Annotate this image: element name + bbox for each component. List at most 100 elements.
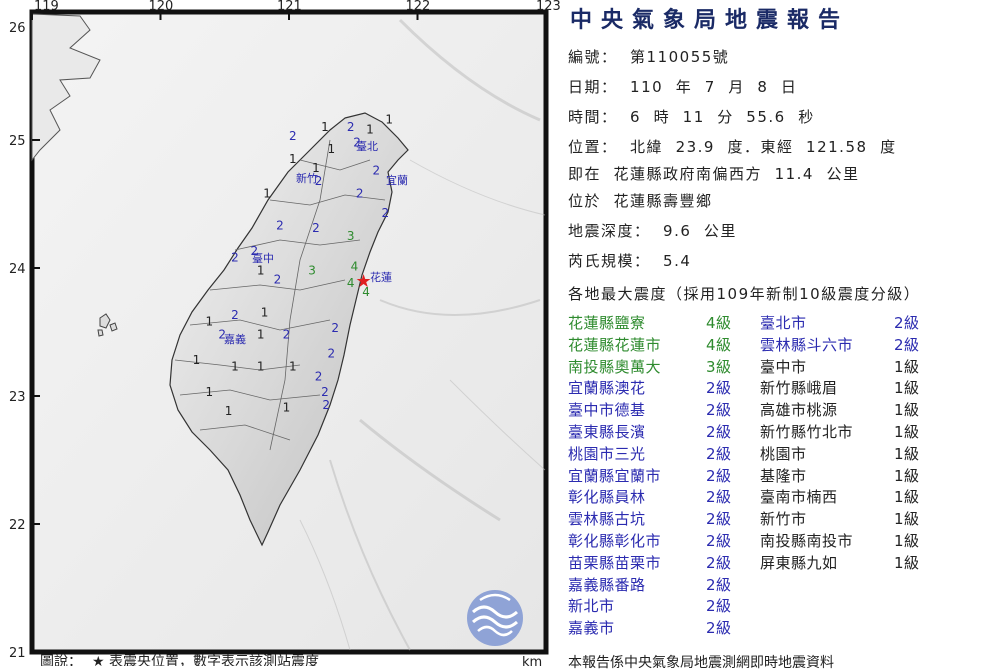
station-intensity-marker: 2	[315, 370, 323, 384]
station-intensity-marker: 1	[193, 353, 201, 367]
station-level: 2級	[706, 619, 732, 638]
station-intensity-marker: 1	[257, 359, 265, 373]
lat-tick-label: 24	[9, 262, 26, 277]
station-intensity-marker: 1	[366, 123, 374, 137]
station-intensity-marker: 1	[263, 187, 271, 201]
station-name: 臺中市	[760, 357, 807, 376]
station-name: 臺中市德基	[568, 401, 646, 420]
report-time: 時間： 6 時 11 分 55.6 秒	[568, 108, 815, 126]
station-name: 花蓮縣鹽寮	[568, 314, 646, 332]
city-label-chiayi: 嘉義	[224, 332, 246, 346]
report-panel: 中央氣象局地震報告 編號： 第110055號 日期： 110 年 7 月 8 日…	[568, 0, 1000, 671]
station-level: 2級	[706, 401, 732, 420]
station-level: 2級	[894, 335, 920, 354]
station-name: 嘉義市	[568, 619, 615, 638]
station-level: 1級	[894, 401, 920, 420]
station-level: 1級	[894, 379, 920, 398]
station-intensity-marker: 1	[257, 327, 265, 341]
station-intensity-marker: 2	[276, 219, 284, 233]
station-level: 4級	[706, 335, 732, 354]
station-name: 新北市	[568, 597, 615, 616]
station-name: 南投縣奧萬大	[568, 357, 662, 376]
station-level: 2級	[894, 314, 920, 332]
footer-note: 本報告係中央氣象局地震測網即時地震資料	[568, 655, 834, 671]
station-name: 桃園市三光	[568, 444, 646, 463]
station-name: 南投縣南投市	[760, 532, 854, 550]
report-locality: 位於 花蓮縣壽豐鄉	[568, 192, 713, 210]
station-level: 2級	[706, 488, 732, 507]
station-level: 1級	[894, 466, 920, 485]
station-intensity-marker: 1	[225, 404, 233, 418]
station-intensity-marker: 2	[356, 187, 364, 201]
report-number: 編號： 第110055號	[568, 48, 730, 66]
intensity-map: 119 120 121 122 123 26 25 24 23 22 21 21112121122…	[0, 0, 561, 670]
station-intensity-marker: 1	[231, 359, 239, 373]
station-name: 嘉義縣番路	[568, 575, 646, 594]
station-intensity-marker: 2	[274, 272, 282, 286]
station-level: 2級	[706, 532, 732, 550]
lon-tick-label: 120	[149, 0, 174, 14]
scale-unit: km	[522, 655, 542, 666]
station-name: 新竹縣峨眉	[760, 379, 838, 398]
station-level: 2級	[706, 423, 732, 441]
station-intensity-marker: 2	[382, 206, 390, 220]
report-title: 中央氣象局地震報告	[570, 8, 850, 33]
station-name: 雲林縣古坑	[568, 510, 646, 529]
lon-tick-label: 121	[277, 0, 302, 14]
station-intensity-marker: 1	[257, 263, 265, 277]
report-depth: 地震深度： 9.6 公里	[568, 222, 737, 240]
station-name: 宜蘭縣澳花	[568, 379, 646, 398]
city-label-hsinchu: 新竹	[296, 171, 318, 185]
station-name: 臺南市楠西	[760, 488, 838, 507]
city-label-hualien: 花蓮	[370, 270, 392, 284]
station-intensity-marker: 1	[205, 385, 213, 399]
station-level: 1級	[894, 357, 920, 376]
station-level: 2級	[706, 575, 732, 594]
map-canvas: 119 120 121 122 123 262524232221 21 112121122…	[9, 0, 561, 670]
lat-tick-label: 26	[9, 21, 26, 36]
station-intensity-marker: 1	[205, 315, 213, 329]
lat-tick-label: 25	[9, 134, 26, 149]
station-name: 雲林縣斗六市	[760, 335, 854, 354]
station-intensity-marker: 2	[322, 398, 330, 412]
legend-epicenter-text: ★ 表震央位置，數字表示該測站震度	[92, 654, 319, 666]
report-magnitude: 芮氏規模： 5.4	[568, 252, 692, 270]
station-intensity-marker: 1	[321, 120, 329, 134]
station-name: 彰化縣彰化市	[568, 532, 662, 550]
city-label-taipei: 臺北	[356, 139, 378, 153]
station-level: 1級	[894, 510, 920, 529]
station-intensity-marker: 2	[347, 120, 355, 134]
station-intensity-marker: 1	[289, 152, 297, 166]
station-intensity-marker: 2	[231, 308, 239, 322]
station-level: 1級	[894, 488, 920, 507]
station-intensity-marker: 2	[331, 321, 339, 335]
report-position: 位置： 北緯 23.9 度．東經 121.58 度	[568, 138, 897, 156]
station-name: 彰化縣員林	[568, 488, 646, 507]
station-intensity-marker: 2	[312, 221, 320, 235]
station-name: 桃園市	[760, 444, 807, 463]
station-intensity-marker: 3	[308, 263, 316, 277]
city-label-yilan: 宜蘭	[386, 173, 408, 187]
station-level: 1級	[894, 532, 920, 550]
station-intensity-marker: 1	[283, 400, 291, 414]
report-relative-location: 即在 花蓮縣政府南偏西方 11.4 公里	[568, 165, 860, 183]
cwb-logo	[467, 590, 523, 646]
station-name: 基隆市	[760, 466, 807, 485]
station-intensity-marker: 1	[328, 142, 336, 156]
station-level: 2級	[706, 466, 732, 485]
report-date: 日期： 110 年 7 月 8 日	[568, 78, 798, 96]
station-intensity-marker: 2	[373, 164, 381, 178]
station-name: 宜蘭縣宜蘭市	[568, 466, 662, 485]
station-intensity-marker: 1	[289, 359, 297, 373]
station-intensity-marker: 1	[261, 306, 269, 320]
lat-tick-label: 22	[9, 518, 26, 533]
station-intensity-marker: 2	[328, 347, 336, 361]
station-name: 新竹縣竹北市	[760, 423, 854, 441]
station-name: 苗栗縣苗栗市	[568, 553, 662, 572]
station-level: 2級	[706, 379, 732, 398]
station-level: 2級	[706, 510, 732, 529]
station-level: 1級	[894, 444, 920, 463]
station-level: 4級	[706, 314, 732, 332]
station-name: 高雄市桃源	[760, 401, 838, 420]
station-name: 屏東縣九如	[760, 553, 838, 572]
